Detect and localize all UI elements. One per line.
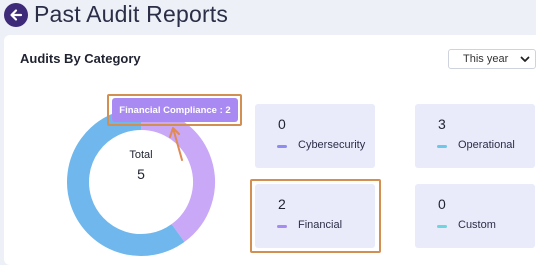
category-card-cybersecurity[interactable]: 0 Cybersecurity bbox=[255, 104, 375, 168]
category-name: Cybersecurity bbox=[298, 139, 366, 151]
category-card-custom[interactable]: 0 Custom bbox=[415, 184, 535, 248]
financial-highlight-frame bbox=[250, 179, 381, 253]
donut-center-value: 5 bbox=[137, 166, 145, 182]
donut-tooltip: Financial Compliance : 2 bbox=[112, 98, 238, 122]
category-name: Operational bbox=[458, 139, 515, 151]
page-header: Past Audit Reports bbox=[0, 0, 536, 32]
category-card-operational[interactable]: 3 Operational bbox=[415, 104, 535, 168]
page-title: Past Audit Reports bbox=[34, 1, 229, 27]
period-select[interactable]: This year bbox=[448, 49, 536, 69]
category-name: Custom bbox=[458, 219, 496, 231]
category-count: 3 bbox=[438, 116, 446, 132]
category-count: 0 bbox=[438, 196, 446, 212]
donut-center-label: Total bbox=[129, 149, 153, 161]
arrow-left-icon bbox=[10, 9, 23, 21]
back-button[interactable] bbox=[4, 3, 28, 27]
category-color-swatch bbox=[437, 145, 447, 148]
category-color-swatch bbox=[277, 145, 287, 148]
card-title: Audits By Category bbox=[20, 51, 141, 66]
period-select-value: This year bbox=[463, 53, 509, 65]
category-color-swatch bbox=[437, 225, 447, 228]
donut-segment-operational[interactable] bbox=[67, 108, 185, 256]
chevron-down-icon bbox=[520, 56, 530, 62]
category-count: 0 bbox=[278, 116, 286, 132]
annotation-arrow bbox=[169, 127, 183, 161]
category-donut-chart bbox=[67, 108, 215, 256]
